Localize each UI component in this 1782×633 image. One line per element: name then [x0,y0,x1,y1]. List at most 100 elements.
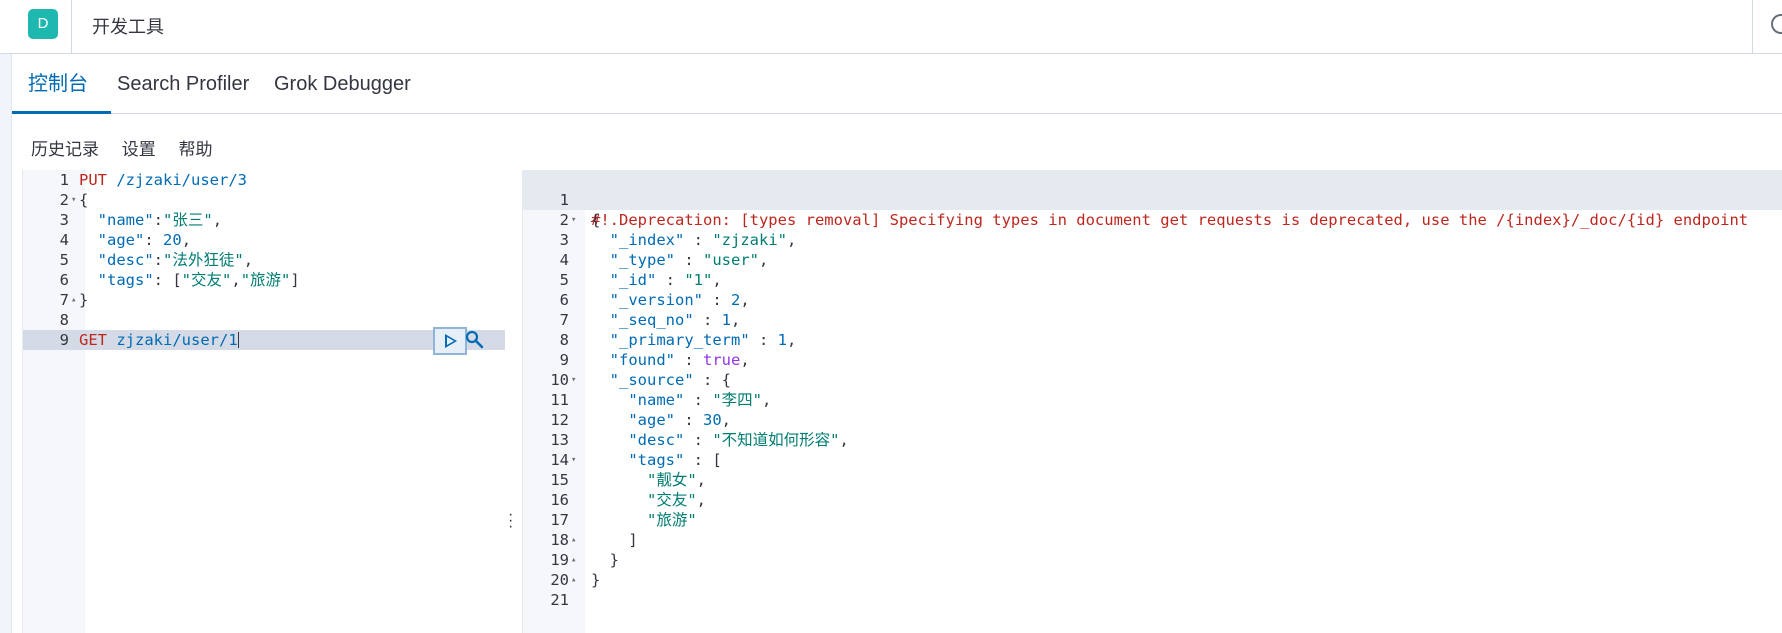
send-request-button[interactable] [433,327,467,355]
line-number: 6 [559,291,569,309]
vertical-dots-icon[interactable]: · · · [508,507,513,535]
code-text: ] [591,531,638,549]
response-line: 5 "_id" : "1", [523,270,1782,290]
line-number: 4 [559,251,569,269]
fold-close-icon[interactable]: ▴ [71,290,76,310]
line-number: 11 [550,391,569,409]
history-link[interactable]: 历史记录 [31,140,99,159]
response-line: 17 "旅游" [523,510,1782,530]
code-text: "tags": ["交友","旅游"] [97,271,300,289]
response-editor: 1 #! Deprecation: [types removal] Specif… [522,170,1782,633]
line-number: 8 [59,311,69,329]
response-line: 9 "found" : true, [523,350,1782,370]
line-number: 3 [559,231,569,249]
line-number: 15 [550,471,569,489]
line-number: 7 [59,291,69,309]
console-menu: 历史记录 设置 帮助 [31,135,230,160]
code-text: "_primary_term" : 1, [609,331,797,349]
code-text: "_id" : "1", [609,271,722,289]
line-number: 12 [550,411,569,429]
line-number: 1 [59,171,69,189]
response-line: 14 ▾ "tags" : [ [523,450,1782,470]
response-line: 8 "_primary_term" : 1, [523,330,1782,350]
code-text: "age": 20, [97,231,192,249]
help-link[interactable]: 帮助 [178,140,212,159]
header: D 开发工具 [0,0,1782,54]
deprecation-warning-line-cont: . [523,190,1782,229]
left-rail [0,0,12,633]
code-text: "交友", [647,491,707,509]
fold-close-icon[interactable]: ▴ [571,550,576,570]
line-number: 21 [550,591,569,609]
response-line: 6 "_version" : 2, [523,290,1782,310]
code-text: "desc" : "不知道如何形容", [628,431,849,449]
line-number: 18 [550,531,569,549]
deprecation-warning-line: 1 #! Deprecation: [types removal] Specif… [559,191,1749,229]
active-tab-indicator [12,111,111,114]
response-line: 3 "_index" : "zjzaki", [523,230,1782,250]
code-text: "_index" : "zjzaki", [609,231,797,249]
settings-link[interactable]: 设置 [122,140,156,159]
fold-open-icon[interactable]: ▾ [571,370,576,390]
fold-close-icon[interactable]: ▴ [571,530,576,550]
code-text: { [591,211,601,229]
fold-open-icon[interactable]: ▾ [71,190,76,210]
request-line: 2 ▾{ [23,190,505,210]
code-text: PUT /zjzaki/user/3 [79,171,247,189]
tab-console[interactable]: 控制台 [28,54,88,114]
code-text: } [591,551,619,569]
line-number: 19 [550,551,569,569]
response-line: 7 "_seq_no" : 1, [523,310,1782,330]
code-text: } [79,291,89,309]
code-text: "_seq_no" : 1, [609,311,741,329]
line-number: 17 [550,511,569,529]
code-text: "靓女", [647,471,707,489]
request-line: 1 PUT /zjzaki/user/3 [23,170,505,190]
help-icon[interactable] [1771,14,1782,34]
line-number: 8 [559,331,569,349]
header-divider-right [1752,0,1753,54]
fold-open-icon[interactable]: ▾ [571,450,576,470]
code-text: "age" : 30, [628,411,732,429]
tab-grok-debugger[interactable]: Grok Debugger [274,54,411,114]
line-number: 5 [59,251,69,269]
response-line: 13 "desc" : "不知道如何形容", [523,430,1782,450]
request-line: 3 "name":"张三", [23,210,505,230]
line-number: 6 [59,271,69,289]
tab-search-profiler[interactable]: Search Profiler [117,54,249,114]
code-text: } [591,571,601,589]
header-divider [71,0,72,54]
page-title: 开发工具 [92,17,164,37]
line-number: 7 [559,311,569,329]
line-number: 10 [550,371,569,389]
request-line: 5 "desc":"法外狂徒", [23,250,505,270]
fold-open-icon[interactable]: ▾ [571,210,576,230]
line-number: 20 [550,571,569,589]
request-line: 6 "tags": ["交友","旅游"] [23,270,505,290]
code-text: "_version" : 2, [609,291,750,309]
request-editor[interactable]: 1 PUT /zjzaki/user/3 2 ▾{3 "name":"张三", 4 "a… [22,170,505,633]
line-number: 2 [59,191,69,209]
wrench-icon[interactable] [465,330,485,350]
space-avatar[interactable]: D [28,9,58,39]
line-number: 3 [59,211,69,229]
code-text: GET zjzaki/user/1 [79,331,239,349]
response-line: 2 ▾ { [523,210,1782,230]
response-line: 19 ▴ } [523,550,1782,570]
line-number: 9 [59,331,69,349]
line-number: 16 [550,491,569,509]
code-text: "desc":"法外狂徒", [97,251,254,269]
code-text: "found" : true, [609,351,750,369]
response-line: 16 "交友", [523,490,1782,510]
code-text: "name" : "李四", [628,391,772,409]
text-cursor [237,332,239,348]
response-line: 15 "靓女", [523,470,1782,490]
response-line: 10 ▾ "_source" : { [523,370,1782,390]
response-line: 20 ▴} [523,570,1782,590]
code-text: "name":"张三", [97,211,223,229]
line-number: 2 [559,211,569,229]
response-line: 18 ▴ ] [523,530,1782,550]
request-line: 7 ▴} [23,290,505,310]
code-text: "tags" : [ [628,451,722,469]
fold-close-icon[interactable]: ▴ [571,570,576,590]
